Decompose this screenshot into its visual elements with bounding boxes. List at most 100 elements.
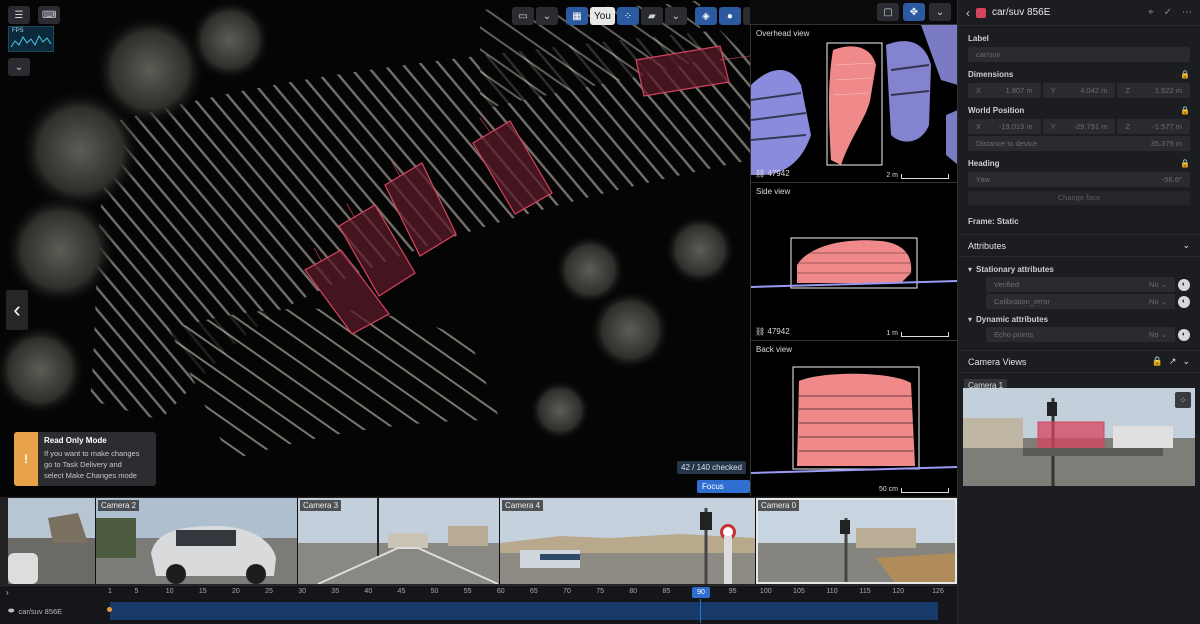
read-only-line-2: go to Task Delivery and [44,460,122,469]
camera-thumbnail-4[interactable]: Camera 4 [500,498,756,584]
timeline-tick: 105 [793,588,805,595]
lock-icon[interactable]: 🔒 [1180,106,1190,115]
read-only-line-1: If you want to make changes [44,449,140,458]
label-icon[interactable]: ▰ [640,7,663,25]
camera-view-scene [963,388,1195,486]
world-position-row: X -19.019 m Y -29.791 m Z -1.577 m [968,119,1191,134]
attributes-header[interactable]: Attributes ⌄ [958,235,1200,257]
stationary-attributes-header[interactable]: ▾ Stationary attributes [968,265,1190,274]
viewport-toolbar: ▭ ⌄ ▦ You ⁘ ▰ ⌄ ◈ ● ⌄ ⛶ [512,6,750,26]
timeline-tick: 20 [231,588,240,595]
focus-mode-button[interactable]: Focus mode [697,480,750,496]
more-icon[interactable]: ⋯ [1182,7,1192,18]
dimension-y-field[interactable]: Y 4.042 m [1042,83,1116,98]
chevron-left-icon[interactable]: ‹ [966,6,970,20]
yaw-field[interactable]: Yaw -56.6° [968,172,1190,187]
lock-icon[interactable]: 🔒 [1152,356,1163,367]
camera-views-header[interactable]: Camera Views 🔒 ↗ ⌄ [958,351,1200,373]
timeline-tick: 40 [364,588,373,595]
check-icon[interactable]: ✓ [1164,7,1172,18]
camera-icon[interactable]: ▭ [512,7,534,25]
dimensions-row: X 1.807 m Y 4.042 m Z 1.522 m [968,83,1191,98]
view-selector[interactable]: You [590,7,615,25]
dimension-x-field[interactable]: X 1.807 m [968,83,1041,98]
menu-icon[interactable]: ☰ [8,6,30,24]
side-view[interactable]: Side view ⛓ 47942 1 m [750,182,957,340]
chevron-down-icon[interactable]: ⌄ [8,58,30,76]
camera-4-label: Camera 4 [502,500,544,511]
lock-icon[interactable]: 🔒 [1180,70,1190,79]
camera-views-title: Camera Views [968,356,1027,367]
overhead-view[interactable]: Overhead view ⛓ 47942 2 m [750,24,957,182]
camera-3-label: Camera 3 [300,500,342,511]
chevron-down-icon[interactable]: ⌄ [742,7,750,25]
camera-thumbnail-1[interactable] [8,498,96,584]
position-y-field[interactable]: Y -29.791 m [1042,119,1116,134]
back-view[interactable]: Back view 50 cm [750,340,957,496]
lock-icon[interactable]: 🔒 [1180,159,1190,168]
palette-icon[interactable]: ◐ [1178,278,1190,291]
palette-icon[interactable]: ◐ [1178,328,1190,341]
target-icon[interactable]: ⌖ [1148,7,1154,18]
playhead[interactable] [700,599,701,623]
keyboard-icon[interactable]: ⌨ [38,6,61,24]
position-x-field[interactable]: X -19.019 m [968,119,1041,134]
timeline[interactable]: › 15101520253035404550556065707580859095… [0,585,957,624]
track-label-text: car/suv 856E [18,606,63,616]
timeline-tick: 65 [530,588,538,595]
camera-view-image[interactable]: ⁘ [963,388,1195,486]
timeline-tick: 30 [298,588,306,595]
verified-select[interactable]: Verified No ⌄ [986,277,1175,292]
points-icon[interactable]: ⁘ [616,7,639,25]
dynamic-attributes-header[interactable]: ▾ Dynamic attributes [968,315,1190,324]
calibration-error-select[interactable]: Calibration_error No ⌄ [986,294,1175,309]
shading-icon[interactable]: ● [718,7,741,25]
dimension-z-field[interactable]: Z 1.522 m [1117,83,1191,98]
move-icon[interactable]: ✥ [903,3,925,21]
camera-0-label: Camera 0 [758,500,800,511]
object-title: car/suv 856E [992,7,1051,18]
track-bar[interactable] [110,602,938,620]
lidar-3d-viewport[interactable]: ☰ ⌨ FPS ⌄ ▭ ⌄ ▦ You ⁘ ▰ ⌄ ◈ ● ⌄ ⛶ ‹ ! Re… [0,0,750,496]
fps-graph [10,34,52,48]
palette-icon[interactable]: ◐ [1178,295,1190,308]
keyframe-marker[interactable] [107,607,112,612]
class-color-swatch [976,7,986,18]
chevron-down-icon[interactable]: ⌄ [1182,356,1190,367]
checked-counter: 42 / 140 checked [677,461,746,474]
layout-icon[interactable]: ▦ [566,7,588,25]
back-scale: 50 cm [879,486,949,493]
chevron-down-icon[interactable]: ⌄ [1182,240,1190,251]
timeline-tick: 5 [134,588,139,595]
frame-icon[interactable]: ▢ [877,3,899,21]
camera-thumbnail-3[interactable]: Camera 3 [298,498,500,584]
timeline-tick: 85 [662,588,671,595]
layers-icon[interactable]: ◈ [694,7,717,25]
timeline-tick: 126 [932,588,944,595]
echo-points-select[interactable]: Echo points No ⌄ [986,327,1175,342]
points-overlay-icon[interactable]: ⁘ [1175,392,1191,408]
caret-down-icon: ▾ [968,265,973,274]
point-cloud-canvas[interactable] [0,0,750,496]
warning-icon: ! [14,432,38,486]
timeline-tick: 50 [430,588,439,595]
fps-meter: FPS [8,26,54,52]
read-only-notice: ! Read Only Mode If you want to make cha… [14,432,156,486]
current-frame[interactable]: 90 [692,587,710,598]
change-face-button[interactable]: Change face [968,191,1190,205]
chevron-down-icon[interactable]: ⌄ [929,3,951,21]
position-z-field[interactable]: Z -1.577 m [1117,119,1191,134]
camera-image [8,498,95,584]
chevron-down-icon[interactable]: ⌄ [664,7,687,25]
external-link-icon[interactable]: ↗ [1169,356,1177,367]
views-toolbar: ▢ ✥ ⌄ [750,0,957,24]
camera-thumbnail-2[interactable]: Camera 2 [96,498,298,584]
label-field[interactable]: car/suv [968,47,1190,62]
camera-thumbnail-0[interactable]: Camera 0 [756,498,957,584]
attribute-row: Verified No ⌄ ◐ [986,277,1190,292]
side-points [751,237,957,289]
chevron-left-icon[interactable]: ‹ [6,290,28,330]
timeline-tick: 1 [108,588,112,595]
chevron-down-icon[interactable]: ⌄ [536,7,558,25]
timeline-tick: 110 [826,588,838,595]
